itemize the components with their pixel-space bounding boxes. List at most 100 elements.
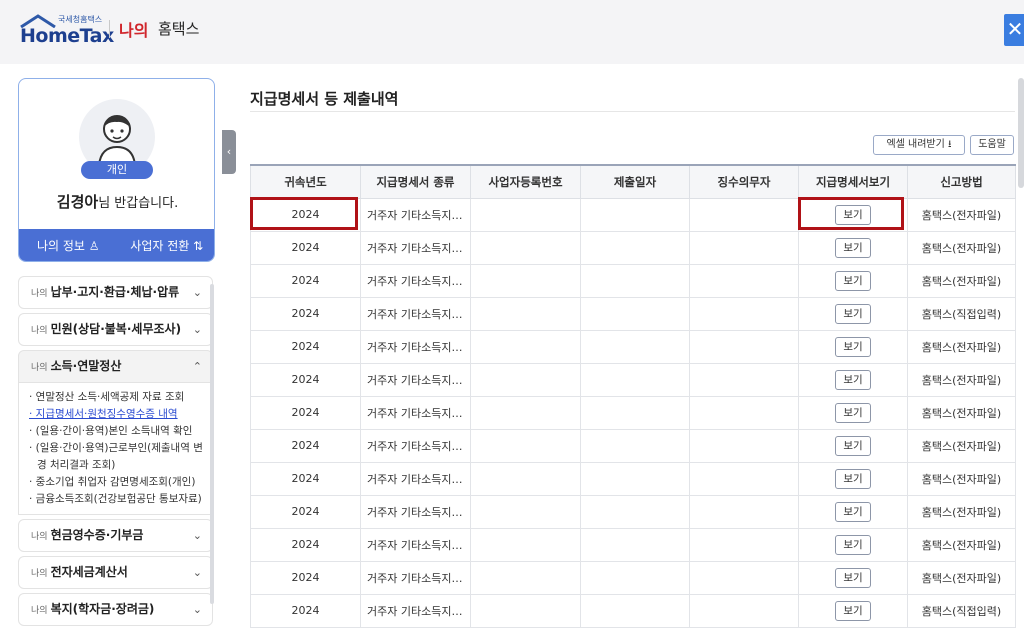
person-icon: ♙ xyxy=(88,239,100,253)
view-button[interactable]: 보기 xyxy=(835,204,871,225)
chevron-down-icon: ⌄ xyxy=(192,529,202,542)
chevron-up-icon: ⌃ xyxy=(192,360,202,373)
table-row: 2024 거주자 기타소득지… 보기 홈택스(전자파일) xyxy=(250,494,1016,529)
cell-withholder xyxy=(689,494,799,529)
cell-view: 보기 xyxy=(798,263,908,298)
close-button[interactable]: ✕ xyxy=(1004,14,1024,46)
view-button[interactable]: 보기 xyxy=(835,567,871,588)
title-divider xyxy=(250,111,1015,112)
menu-label: 소득·연말정산 xyxy=(50,359,122,373)
submission-table: 귀속년도 지급명세서 종류 사업자등록번호 제출일자 징수의무자 지급명세서보기… xyxy=(250,164,1016,628)
cell-withholder xyxy=(689,263,799,298)
help-button[interactable]: 도움말 xyxy=(970,135,1014,155)
cell-method: 홈택스(전자파일) xyxy=(907,527,1016,562)
table-row: 2024 거주자 기타소득지… 보기 홈택스(전자파일) xyxy=(250,362,1016,397)
excel-download-button[interactable]: 엑셀 내려받기 ⭳ xyxy=(873,135,965,155)
cell-bizno xyxy=(470,494,581,529)
cell-bizno xyxy=(470,230,581,265)
table-row: 2024 거주자 기타소득지… 보기 홈택스(전자파일) xyxy=(250,461,1016,496)
cell-type: 거주자 기타소득지… xyxy=(360,296,471,331)
submenu-item[interactable]: · 중소기업 취업자 감면명세조회(개인) xyxy=(29,474,204,491)
brand-divider xyxy=(109,20,110,38)
view-button[interactable]: 보기 xyxy=(835,336,871,357)
cell-view: 보기 xyxy=(798,230,908,265)
col-header: 제출일자 xyxy=(580,164,690,199)
cell-date xyxy=(580,197,690,232)
view-button[interactable]: 보기 xyxy=(835,501,871,522)
user-name: 김경아 xyxy=(56,193,99,211)
menu-item-income[interactable]: 나의 소득·연말정산 ⌃ xyxy=(18,350,213,383)
table-row: 2024 거주자 기타소득지… 보기 홈택스(전자파일) xyxy=(250,527,1016,562)
submenu-item[interactable]: · 연말정산 소득·세액공제 자료 조회 xyxy=(29,389,204,406)
cell-method: 홈택스(전자파일) xyxy=(907,263,1016,298)
view-button[interactable]: 보기 xyxy=(835,369,871,390)
cell-withholder xyxy=(689,593,799,628)
hometax-logo[interactable]: 국세청홈택스 HomeTax xyxy=(18,12,118,48)
table-row: 2024 거주자 기타소득지… 보기 홈택스(전자파일) xyxy=(250,263,1016,298)
menu-item-civil[interactable]: 나의 민원(상담·불복·세무조사) ⌄ xyxy=(18,313,213,346)
cell-method: 홈택스(전자파일) xyxy=(907,329,1016,364)
menu-item-welfare[interactable]: 나의 복지(학자금·장려금) ⌄ xyxy=(18,593,213,626)
cell-type: 거주자 기타소득지… xyxy=(360,593,471,628)
submenu-item[interactable]: · (일용·간이·용역)본인 소득내역 확인 xyxy=(29,423,204,440)
view-button[interactable]: 보기 xyxy=(835,237,871,258)
page-scrollbar[interactable] xyxy=(1018,78,1024,188)
cell-view: 보기 xyxy=(798,197,908,232)
switch-business-button[interactable]: 사업자 전환 ⇅ xyxy=(118,229,215,261)
cell-date xyxy=(580,560,690,595)
cell-view: 보기 xyxy=(798,329,908,364)
menu-label: 전자세금계산서 xyxy=(50,565,128,579)
sidebar-menu: 나의 납부·고지·환급·체납·압류 ⌄ 나의 민원(상담·불복·세무조사) ⌄ 나의… xyxy=(18,276,213,630)
cell-date xyxy=(580,593,690,628)
cell-type: 거주자 기타소득지… xyxy=(360,230,471,265)
greeting-text: 김경아님 반갑습니다. xyxy=(19,191,214,212)
sidebar-collapse-button[interactable]: ‹ xyxy=(222,130,236,174)
my-info-button[interactable]: 나의 정보 ♙ xyxy=(19,229,118,261)
sidebar-scrollbar[interactable] xyxy=(210,284,214,604)
income-submenu: · 연말정산 소득·세액공제 자료 조회 · 지급명세서·원천징수영수증 내역 … xyxy=(18,383,213,515)
cell-date xyxy=(580,428,690,463)
cell-method: 홈택스(전자파일) xyxy=(907,395,1016,430)
cell-date xyxy=(580,230,690,265)
view-button[interactable]: 보기 xyxy=(835,435,871,456)
profile-actions: 나의 정보 ♙ 사업자 전환 ⇅ xyxy=(19,229,215,261)
submenu-item[interactable]: · (일용·간이·용역)근로부인(제출내역 변경 처리결과 조회) xyxy=(29,440,204,474)
cell-bizno xyxy=(470,527,581,562)
cell-view: 보기 xyxy=(798,428,908,463)
menu-prefix: 나의 xyxy=(31,569,48,579)
cell-date xyxy=(580,395,690,430)
cell-method: 홈택스(전자파일) xyxy=(907,461,1016,496)
table-header-row: 귀속년도 지급명세서 종류 사업자등록번호 제출일자 징수의무자 지급명세서보기… xyxy=(250,164,1016,199)
menu-item-payment[interactable]: 나의 납부·고지·환급·체납·압류 ⌄ xyxy=(18,276,213,309)
menu-label: 민원(상담·불복·세무조사) xyxy=(50,322,182,336)
view-button[interactable]: 보기 xyxy=(835,270,871,291)
submenu-item[interactable]: · 금융소득조회(건강보험공단 통보자료) xyxy=(29,491,204,508)
table-row: 2024 거주자 기타소득지… 보기 홈택스(직접입력) xyxy=(250,593,1016,628)
view-button[interactable]: 보기 xyxy=(835,534,871,555)
brand-hometax-text: 홈택스 xyxy=(158,20,200,38)
view-button[interactable]: 보기 xyxy=(835,468,871,489)
cell-withholder xyxy=(689,428,799,463)
chevron-down-icon: ⌄ xyxy=(192,566,202,579)
view-button[interactable]: 보기 xyxy=(835,600,871,621)
menu-item-einvoice[interactable]: 나의 전자세금계산서 ⌄ xyxy=(18,556,213,589)
cell-withholder xyxy=(689,329,799,364)
view-button[interactable]: 보기 xyxy=(835,402,871,423)
user-avatar-icon xyxy=(97,115,137,165)
cell-type: 거주자 기타소득지… xyxy=(360,197,471,232)
switch-icon: ⇅ xyxy=(193,239,204,253)
cell-year: 2024 xyxy=(250,593,361,628)
cell-view: 보기 xyxy=(798,494,908,529)
col-header: 사업자등록번호 xyxy=(470,164,581,199)
submenu-item-active[interactable]: · 지급명세서·원천징수영수증 내역 xyxy=(29,406,204,423)
cell-date xyxy=(580,296,690,331)
view-button[interactable]: 보기 xyxy=(835,303,871,324)
cell-year: 2024 xyxy=(250,428,361,463)
menu-prefix: 나의 xyxy=(31,289,48,299)
cell-type: 거주자 기타소득지… xyxy=(360,560,471,595)
menu-prefix: 나의 xyxy=(31,606,48,616)
menu-item-receipt[interactable]: 나의 현금영수증·기부금 ⌄ xyxy=(18,519,213,552)
cell-type: 거주자 기타소득지… xyxy=(360,329,471,364)
cell-year: 2024 xyxy=(250,296,361,331)
cell-type: 거주자 기타소득지… xyxy=(360,428,471,463)
